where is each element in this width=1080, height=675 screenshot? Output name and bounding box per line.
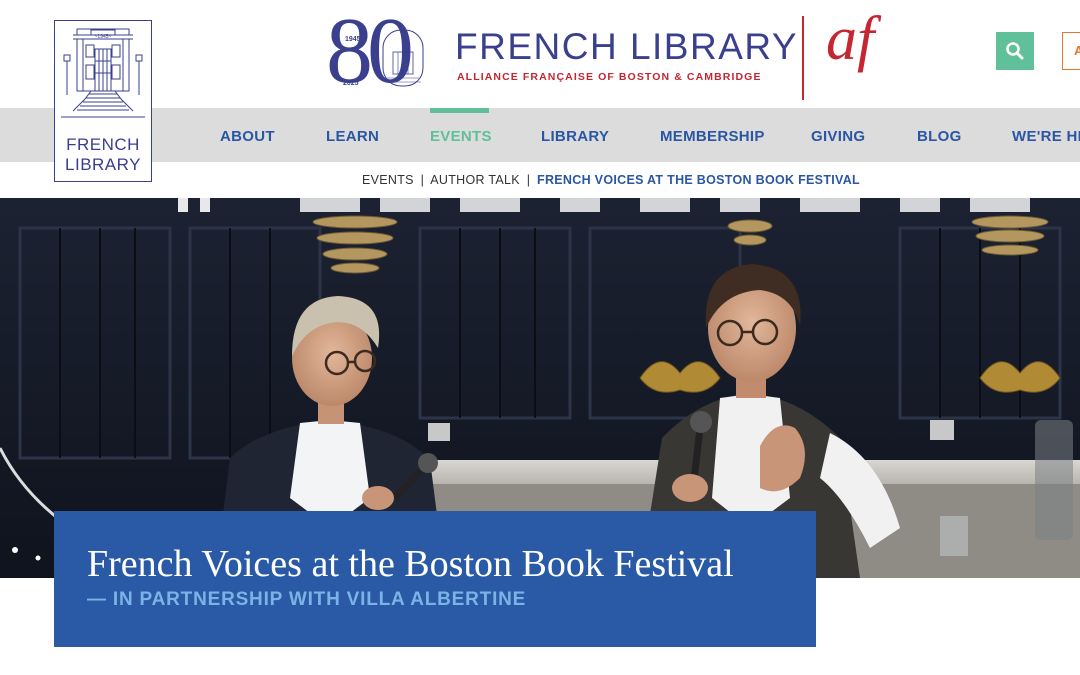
logo-year: ~1945~: [95, 34, 112, 40]
event-title-card: French Voices at the Boston Book Festiva…: [54, 511, 816, 647]
anniversary-80-logo[interactable]: 80 1945 2025: [324, 4, 436, 98]
nav-item-blog[interactable]: BLOG: [917, 128, 962, 145]
nav-item-learn[interactable]: LEARN: [326, 128, 379, 145]
breadcrumb: EVENTS | AUTHOR TALK | FRENCH VOICES AT …: [0, 162, 1080, 198]
library-building-icon: ~1945~: [61, 28, 145, 118]
breadcrumb-item-author-talk[interactable]: AUTHOR TALK: [430, 173, 520, 187]
alliance-francaise-logo[interactable]: af: [826, 8, 874, 70]
nav-item-about[interactable]: ABOUT: [220, 128, 275, 145]
brand-title[interactable]: FRENCH LIBRARY: [455, 26, 798, 68]
anniversary-building-icon: [382, 29, 424, 87]
event-subtitle: — IN PARTNERSHIP WITH VILLA ALBERTINE: [87, 589, 527, 610]
search-button[interactable]: [996, 32, 1034, 70]
brand-subtitle: ALLIANCE FRANÇAISE OF BOSTON & CAMBRIDGE: [457, 71, 762, 83]
main-nav: ABOUT LEARN EVENTS LIBRARY MEMBERSHIP GI…: [0, 108, 1080, 162]
nav-item-membership[interactable]: MEMBERSHIP: [660, 128, 765, 145]
event-title: French Voices at the Boston Book Festiva…: [87, 543, 734, 585]
french-library-logo[interactable]: ~1945~ FRENCH LIBRARY: [54, 20, 152, 182]
breadcrumb-separator: |: [526, 173, 531, 187]
nav-item-were-hiring[interactable]: WE'RE HI: [1012, 128, 1080, 145]
breadcrumb-item-current: FRENCH VOICES AT THE BOSTON BOOK FESTIVA…: [537, 173, 860, 187]
logo-text-library: LIBRARY: [65, 155, 141, 174]
breadcrumb-item-events[interactable]: EVENTS: [362, 173, 414, 187]
nav-item-events[interactable]: EVENTS: [430, 128, 492, 145]
nav-item-giving[interactable]: GIVING: [811, 128, 865, 145]
brand-divider: [802, 16, 804, 100]
site-header: 80 1945 2025 FRENCH LIBRARY ALLIANCE FRA…: [0, 0, 1080, 108]
nav-active-indicator: [430, 108, 489, 113]
search-icon: [1006, 42, 1024, 60]
logo-text-french: FRENCH: [66, 135, 140, 154]
breadcrumb-separator: |: [420, 173, 425, 187]
header-action-button[interactable]: A: [1062, 32, 1080, 70]
nav-item-library[interactable]: LIBRARY: [541, 128, 609, 145]
